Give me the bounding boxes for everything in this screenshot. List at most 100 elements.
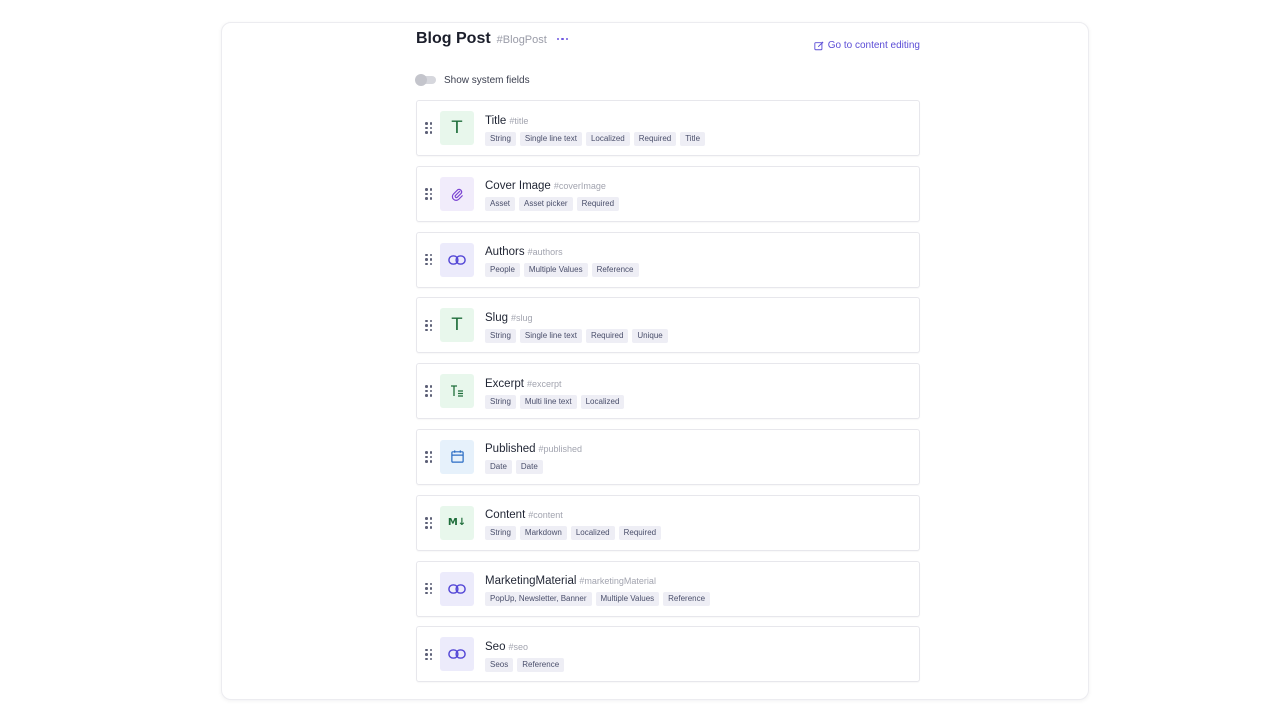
system-fields-toggle[interactable] (415, 74, 436, 86)
system-fields-label: Show system fields (444, 74, 530, 86)
field-name: MarketingMaterial (485, 575, 577, 588)
field-tag: Unique (632, 328, 668, 343)
field-tag: Date (485, 460, 512, 475)
field-tag: Reference (663, 592, 711, 607)
field-name: Content (485, 509, 526, 522)
field-tag: Title (680, 131, 706, 146)
field-tag: Localized (585, 131, 630, 146)
field-title-line: Seo #seo (485, 637, 564, 655)
text-icon: T (440, 308, 474, 343)
field-tags: String Single line text Required Unique (485, 328, 668, 343)
field-api-id: #content (528, 510, 563, 521)
drag-handle-icon[interactable] (425, 122, 432, 134)
drag-handle-icon[interactable] (425, 188, 432, 200)
field-info: Seo #seo Seos Reference (485, 637, 565, 672)
field-info: Excerpt #excerpt String Multi line text Loca… (485, 374, 625, 409)
field-api-id: #title (509, 115, 529, 126)
field-info: Cover Image #coverImage Asset Asset picker R… (485, 176, 620, 212)
field-title-line: Excerpt #excerpt (485, 374, 624, 392)
field-name: Seo (485, 640, 506, 653)
link-icon (440, 242, 474, 277)
field-api-id: #excerpt (527, 378, 562, 389)
field-row[interactable]: Authors #authors People Multiple Values Refe… (416, 231, 920, 288)
field-tags: People Multiple Values Reference (485, 263, 639, 278)
model-api-id: #BlogPost (496, 34, 547, 46)
field-tag: Asset picker (519, 197, 573, 212)
field-title-line: MarketingMaterial #marketingMaterial (485, 571, 710, 589)
drag-handle-icon[interactable] (425, 253, 432, 266)
field-info: Published #published Date Date (485, 439, 582, 475)
field-tag: Required (633, 131, 677, 146)
multiline-text-icon (440, 374, 474, 409)
field-api-id: #slug (511, 312, 533, 323)
field-tag: Required (618, 526, 662, 541)
field-row[interactable]: Excerpt #excerpt String Multi line text Loca… (416, 363, 920, 420)
field-tag: Single line text (519, 328, 582, 343)
field-title-line: Title #title (485, 111, 705, 129)
field-tag: Required (576, 197, 620, 212)
field-tag: String (485, 328, 516, 343)
field-api-id: #published (538, 444, 583, 455)
more-options-icon[interactable] (556, 37, 569, 40)
field-info: Authors #authors People Multiple Values Refe… (485, 242, 639, 278)
field-row[interactable]: Published #published Date Date (416, 428, 920, 485)
field-info: MarketingMaterial #marketingMaterial PopUp… (485, 571, 711, 607)
field-tag: Reference (591, 263, 639, 278)
paperclip-icon (440, 176, 474, 211)
field-tag: Single line text (519, 131, 582, 146)
field-title-line: Content #content (485, 505, 661, 523)
field-tag: Required (585, 328, 629, 343)
field-info: Title #title String Single line text Localiz… (485, 111, 706, 146)
link-icon (440, 637, 474, 672)
field-row[interactable]: Cover Image #coverImage Asset Asset picker R… (416, 165, 920, 222)
field-name: Title (485, 114, 507, 127)
go-to-content-editing-link[interactable]: Go to content editing (814, 40, 920, 51)
field-tag: Asset (485, 197, 516, 212)
field-tags: String Single line text Localized Required T… (485, 131, 706, 146)
drag-handle-icon[interactable] (425, 319, 432, 332)
drag-handle-icon[interactable] (425, 385, 432, 397)
field-row[interactable]: T Title #title String Single line text Locali… (416, 100, 920, 156)
drag-handle-icon[interactable] (425, 451, 432, 463)
model-header: Blog Post #BlogPost Go to content editin… (416, 30, 920, 62)
field-info: Slug #slug String Single line text Required U… (485, 308, 668, 343)
field-title-line: Cover Image #coverImage (485, 176, 619, 194)
field-tag: Reference (517, 657, 565, 672)
field-tag: Multiple Values (523, 263, 588, 278)
field-row[interactable]: T Slug #slug String Single line text Required… (416, 297, 920, 354)
field-api-id: #marketingMaterial (579, 576, 656, 587)
text-icon: T (440, 111, 474, 145)
schema-content: Blog Post #BlogPost Go to content editin… (415, 30, 920, 692)
drag-handle-icon[interactable] (425, 648, 432, 661)
field-tag: People (485, 263, 520, 278)
field-row[interactable]: M↓ Content #content String Markdown Localized… (416, 494, 920, 551)
field-tag: PopUp, Newsletter, Banner (485, 592, 592, 607)
field-row[interactable]: Seo #seo Seos Reference (416, 626, 920, 683)
field-tag: Multiple Values (595, 592, 660, 607)
field-tag: String (485, 526, 516, 541)
field-name: Published (485, 443, 536, 456)
field-tag: Multi line text (519, 394, 577, 409)
calendar-icon (440, 439, 474, 474)
edit-link-label: Go to content editing (827, 40, 920, 51)
field-api-id: #coverImage (553, 181, 606, 192)
drag-handle-icon[interactable] (425, 582, 432, 595)
field-row[interactable]: MarketingMaterial #marketingMaterial PopUp… (416, 560, 920, 617)
drag-handle-icon[interactable] (425, 517, 432, 529)
field-title-line: Slug #slug (485, 308, 668, 326)
link-icon (440, 571, 474, 606)
system-fields-toggle-row: Show system fields (415, 70, 920, 90)
field-api-id: #authors (527, 247, 563, 258)
field-tag: String (485, 394, 516, 409)
field-name: Slug (485, 311, 509, 324)
field-tags: Date Date (485, 460, 582, 475)
field-info: Content #content String Markdown Localized Re… (485, 505, 662, 541)
field-tag: Localized (570, 526, 615, 541)
field-title-line: Authors #authors (485, 242, 639, 260)
field-tags: PopUp, Newsletter, Banner Multiple Values… (485, 592, 711, 607)
field-tag: Markdown (519, 526, 567, 541)
field-name: Excerpt (485, 377, 524, 390)
field-title-line: Published #published (485, 439, 582, 457)
field-tag: Date (515, 460, 543, 475)
field-tags: Asset Asset picker Required (485, 197, 620, 212)
